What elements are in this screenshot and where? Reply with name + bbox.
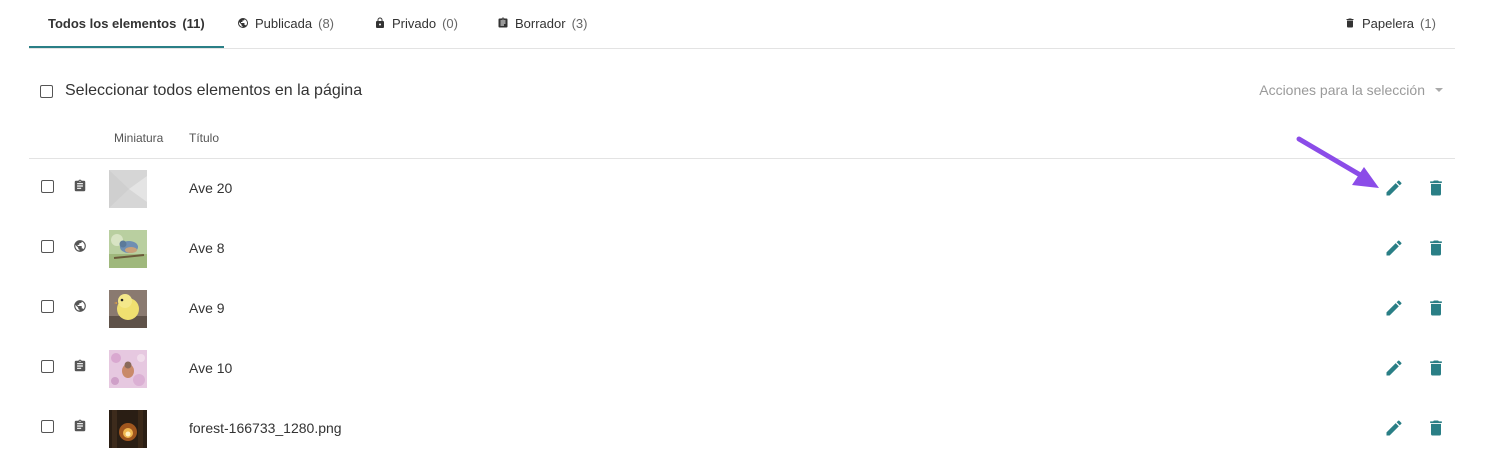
row-title[interactable]: Ave 20 bbox=[189, 180, 232, 196]
delete-icon[interactable] bbox=[1426, 298, 1446, 318]
row-checkbox[interactable] bbox=[41, 240, 54, 253]
clipboard-icon bbox=[497, 17, 509, 29]
table-row: Ave 20 bbox=[29, 159, 1455, 219]
tab-trash[interactable]: Papelera (1) bbox=[1344, 0, 1436, 46]
globe-icon bbox=[73, 239, 87, 255]
tab-all[interactable]: Todos los elementos (11) bbox=[29, 0, 224, 48]
thumbnail-image[interactable] bbox=[109, 350, 147, 388]
tab-private-label: Privado bbox=[392, 15, 437, 31]
column-title[interactable]: Título bbox=[189, 131, 219, 145]
table-row: Ave 10 bbox=[29, 339, 1455, 399]
thumbnail-image[interactable] bbox=[109, 410, 147, 448]
select-all: Seleccionar todos elementos en la página bbox=[40, 82, 362, 100]
table-row: Ave 9 bbox=[29, 279, 1455, 339]
status-tabs: Todos los elementos (11) Publicada (8) P… bbox=[29, 0, 1455, 49]
globe-icon bbox=[73, 299, 87, 315]
tab-draft-count: (3) bbox=[571, 15, 588, 31]
row-checkbox[interactable] bbox=[41, 180, 54, 193]
table-row: forest-166733_1280.png bbox=[29, 399, 1455, 459]
bulk-actions-label: Acciones para la selección bbox=[1259, 82, 1425, 98]
thumbnail-image[interactable] bbox=[109, 230, 147, 268]
clipboard-icon bbox=[73, 359, 87, 375]
table-row: Ave 8 bbox=[29, 219, 1455, 279]
clipboard-icon bbox=[73, 179, 87, 195]
thumbnail-placeholder[interactable] bbox=[109, 170, 147, 208]
tab-private[interactable]: Privado (0) bbox=[374, 0, 458, 46]
chevron-down-icon bbox=[1435, 88, 1443, 92]
tab-private-count: (0) bbox=[442, 15, 458, 31]
tab-all-count: (11) bbox=[182, 15, 205, 31]
edit-icon[interactable] bbox=[1384, 178, 1404, 198]
thumbnail-image[interactable] bbox=[109, 290, 147, 328]
row-title[interactable]: Ave 8 bbox=[189, 240, 225, 256]
delete-icon[interactable] bbox=[1426, 358, 1446, 378]
tab-trash-label: Papelera bbox=[1362, 15, 1415, 31]
delete-icon[interactable] bbox=[1426, 178, 1446, 198]
tab-trash-count: (1) bbox=[1420, 15, 1436, 31]
row-title[interactable]: forest-166733_1280.png bbox=[189, 420, 342, 436]
globe-icon bbox=[237, 17, 249, 29]
column-thumbnail: Miniatura bbox=[114, 131, 164, 145]
lock-icon bbox=[374, 17, 386, 29]
row-title[interactable]: Ave 9 bbox=[189, 300, 225, 316]
delete-icon[interactable] bbox=[1426, 238, 1446, 258]
tab-published[interactable]: Publicada (8) bbox=[237, 0, 334, 46]
select-all-label: Seleccionar todos elementos en la página bbox=[65, 82, 363, 99]
edit-icon[interactable] bbox=[1384, 238, 1404, 258]
edit-icon[interactable] bbox=[1384, 418, 1404, 438]
tab-all-label: Todos los elementos bbox=[48, 15, 177, 31]
row-checkbox[interactable] bbox=[41, 420, 54, 433]
clipboard-icon bbox=[73, 419, 87, 435]
trash-icon bbox=[1344, 17, 1356, 29]
edit-icon[interactable] bbox=[1384, 358, 1404, 378]
edit-icon[interactable] bbox=[1384, 298, 1404, 318]
bulk-actions-dropdown[interactable]: Acciones para la selección bbox=[1259, 82, 1443, 98]
tab-draft-label: Borrador bbox=[515, 15, 566, 31]
tab-published-label: Publicada bbox=[255, 15, 313, 31]
table-header: Miniatura Título bbox=[29, 124, 1455, 159]
tab-draft[interactable]: Borrador (3) bbox=[497, 0, 587, 46]
row-checkbox[interactable] bbox=[41, 360, 54, 373]
delete-icon[interactable] bbox=[1426, 418, 1446, 438]
tab-published-count: (8) bbox=[318, 15, 334, 31]
select-all-checkbox[interactable] bbox=[40, 84, 53, 98]
row-checkbox[interactable] bbox=[41, 300, 54, 313]
row-title[interactable]: Ave 10 bbox=[189, 360, 232, 376]
